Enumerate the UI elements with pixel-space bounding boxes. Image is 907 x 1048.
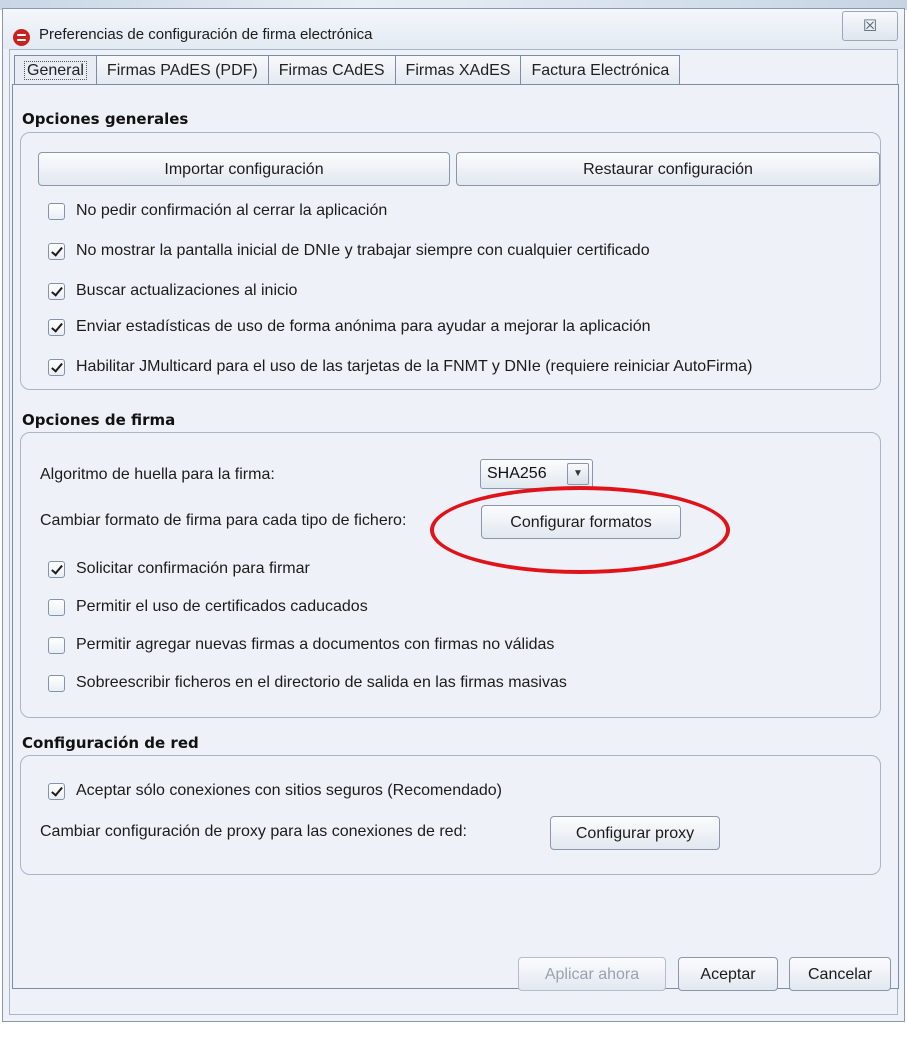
option-overwrite-files[interactable]: Sobreescribir ficheros en el directorio … — [48, 674, 567, 692]
tab-label: Firmas XAdES — [405, 62, 511, 79]
checkbox[interactable] — [48, 636, 65, 654]
option-allow-invalid-signatures[interactable]: Permitir agregar nuevas firmas a documen… — [48, 636, 554, 654]
option-label: Solicitar confirmación para firmar — [76, 560, 310, 577]
tab-general[interactable]: General — [14, 55, 97, 85]
section-title-signature: Opciones de firma — [22, 411, 176, 429]
tab-label: Firmas CAdES — [278, 62, 385, 79]
configure-formats-button[interactable]: Configurar formatos — [481, 505, 681, 539]
checkbox-checked[interactable] — [48, 318, 65, 336]
option-label: Habilitar JMulticard para el uso de las … — [76, 358, 753, 375]
option-secure-connections[interactable]: Aceptar sólo conexiones con sitios segur… — [48, 782, 502, 800]
option-label: No mostrar la pantalla inicial de DNIe y… — [76, 242, 650, 259]
cancel-button[interactable]: Cancelar — [789, 957, 891, 991]
format-change-label: Cambiar formato de firma para cada tipo … — [40, 512, 407, 529]
accept-button[interactable]: Aceptar — [678, 957, 778, 991]
checkbox-checked[interactable] — [48, 782, 65, 800]
checkbox[interactable] — [48, 598, 65, 616]
option-send-statistics[interactable]: Enviar estadísticas de uso de forma anón… — [48, 318, 651, 336]
tab-pades[interactable]: Firmas PAdES (PDF) — [95, 55, 269, 85]
section-title-general: Opciones generales — [22, 110, 189, 128]
checkbox[interactable] — [48, 674, 65, 692]
tab-label: Factura Electrónica — [531, 62, 670, 79]
option-enable-jmulticard[interactable]: Habilitar JMulticard para el uso de las … — [48, 358, 752, 376]
tab-cades[interactable]: Firmas CAdES — [267, 55, 396, 85]
configure-proxy-button[interactable]: Configurar proxy — [550, 816, 720, 850]
proxy-label: Cambiar configuración de proxy para las … — [40, 823, 467, 840]
option-label: No pedir confirmación al cerrar la aplic… — [76, 202, 388, 219]
apply-now-button[interactable]: Aplicar ahora — [518, 957, 666, 991]
autofirma-app-icon — [13, 29, 30, 46]
tab-xades[interactable]: Firmas XAdES — [394, 55, 522, 85]
tab-factura[interactable]: Factura Electrónica — [520, 55, 681, 85]
hash-algorithm-label: Algoritmo de huella para la firma: — [40, 466, 275, 483]
tab-label: Firmas PAdES (PDF) — [106, 62, 258, 79]
option-label: Permitir el uso de certificados caducado… — [76, 598, 368, 615]
option-label: Permitir agregar nuevas firmas a documen… — [76, 636, 555, 653]
option-label: Buscar actualizaciones al inicio — [76, 282, 298, 299]
checkbox-checked[interactable] — [48, 358, 65, 376]
option-allow-expired-certs[interactable]: Permitir el uso de certificados caducado… — [48, 598, 368, 616]
option-hide-dnie-screen[interactable]: No mostrar la pantalla inicial de DNIe y… — [48, 242, 650, 260]
option-confirm-sign[interactable]: Solicitar confirmación para firmar — [48, 560, 310, 578]
checkbox-checked[interactable] — [48, 282, 65, 300]
section-title-network: Configuración de red — [22, 734, 199, 752]
option-label: Aceptar sólo conexiones con sitios segur… — [76, 782, 503, 799]
option-label: Enviar estadísticas de uso de forma anón… — [76, 318, 651, 335]
option-check-updates[interactable]: Buscar actualizaciones al inicio — [48, 282, 297, 300]
checkbox-checked[interactable] — [48, 242, 65, 260]
restore-config-button[interactable]: Restaurar configuración — [456, 152, 880, 186]
tab-bar: General Firmas PAdES (PDF) Firmas CAdES … — [14, 55, 681, 85]
import-config-button[interactable]: Importar configuración — [38, 152, 450, 186]
dropdown-arrow-icon[interactable]: ▼ — [567, 463, 589, 485]
option-label: Sobreescribir ficheros en el directorio … — [76, 674, 567, 691]
title-bar[interactable]: Preferencias de configuración de firma e… — [3, 9, 904, 49]
selected-value: SHA256 — [487, 465, 547, 482]
option-no-confirm-close[interactable]: No pedir confirmación al cerrar la aplic… — [48, 202, 387, 220]
window-title: Preferencias de configuración de firma e… — [39, 26, 373, 43]
hash-algorithm-select[interactable]: SHA256 ▼ — [480, 459, 593, 489]
network-options-group — [20, 755, 881, 875]
checkbox[interactable] — [48, 202, 65, 220]
tab-label: General — [24, 61, 87, 80]
close-button[interactable]: ☒ — [842, 11, 898, 41]
checkbox-checked[interactable] — [48, 560, 65, 578]
